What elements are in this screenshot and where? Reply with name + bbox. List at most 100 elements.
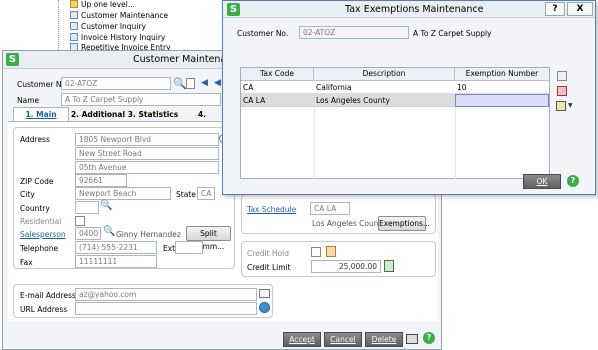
tax-customer-no-field: 02-ATOZ bbox=[299, 26, 409, 39]
close-icon: X bbox=[576, 4, 584, 14]
state-field[interactable]: CA bbox=[197, 187, 215, 200]
tree-item-label: Customer Inquiry bbox=[81, 22, 146, 31]
delete-button[interactable]: Delete bbox=[365, 332, 403, 347]
delete-label: Delete bbox=[371, 335, 397, 344]
salesperson-search-icon[interactable]: 🔍 bbox=[103, 226, 115, 237]
salesperson-link[interactable]: Salesperson bbox=[20, 230, 66, 239]
ext-label: Ext bbox=[163, 244, 176, 253]
help-icon[interactable]: ? bbox=[423, 332, 435, 344]
cell-exemption-number[interactable]: 10 bbox=[457, 81, 547, 94]
country-field[interactable] bbox=[75, 201, 99, 214]
address-line2-field[interactable]: New Street Road bbox=[75, 147, 219, 160]
address-label: Address bbox=[20, 135, 50, 144]
prev-record-icon[interactable]: ◀ bbox=[214, 78, 221, 88]
salesperson-name: Ginny Hernandez bbox=[116, 230, 181, 239]
column-header-exemption-number[interactable]: Exemption Number bbox=[455, 68, 549, 80]
tab-main-label: 1. Main bbox=[25, 110, 57, 119]
cell-description: California bbox=[316, 83, 352, 92]
telephone-field[interactable]: (714) 555-2231 bbox=[75, 241, 157, 254]
city-field[interactable]: Newport Beach bbox=[75, 187, 171, 200]
city-label: City bbox=[20, 190, 35, 199]
help-title-label: ? bbox=[552, 4, 558, 14]
cell-description: Los Angeles County bbox=[316, 96, 390, 105]
zip-field[interactable]: 92661 bbox=[75, 174, 127, 187]
tree-item-label: Up one level... bbox=[81, 0, 135, 9]
tab-main[interactable]: 1. Main bbox=[13, 107, 69, 121]
nav-tree: Up one level... Customer Maintenance Cus… bbox=[40, 0, 230, 52]
grid-options-icon[interactable] bbox=[556, 101, 566, 111]
tab-statistics[interactable]: 3. Statistics bbox=[127, 108, 179, 121]
tree-item-customer-inquiry[interactable]: Customer Inquiry bbox=[70, 22, 146, 32]
state-label: State bbox=[176, 190, 196, 199]
name-field[interactable]: A To Z Carpet Supply bbox=[61, 93, 221, 106]
customer-no-field[interactable]: 02-ATOZ bbox=[61, 77, 171, 90]
tree-item-invoice-history[interactable]: Invoice History Inquiry bbox=[70, 33, 165, 43]
tree-item-label: Invoice History Inquiry bbox=[81, 33, 166, 42]
residential-checkbox[interactable] bbox=[75, 216, 85, 226]
url-label: URL Address bbox=[20, 305, 68, 314]
accept-button[interactable]: Accept bbox=[283, 332, 321, 347]
cancel-button[interactable]: Cancel bbox=[324, 332, 362, 347]
cancel-label: Cancel bbox=[330, 335, 356, 344]
residential-label: Residential bbox=[20, 217, 62, 226]
table-row[interactable]: CA LA Los Angeles County bbox=[241, 94, 549, 107]
search-icon[interactable]: 🔍 bbox=[173, 77, 187, 90]
fax-label: Fax bbox=[20, 258, 33, 267]
url-field[interactable] bbox=[75, 302, 257, 315]
task-icon bbox=[70, 11, 78, 19]
email-field[interactable]: az@yahoo.com bbox=[75, 288, 257, 301]
tax-titlebar: S Tax Exemptions Maintenance ? X bbox=[223, 1, 595, 18]
help-title-button[interactable]: ? bbox=[545, 2, 565, 16]
salesperson-code-field[interactable]: 0400 bbox=[75, 227, 101, 240]
calculator-icon[interactable] bbox=[384, 260, 394, 272]
copy-icon[interactable] bbox=[186, 78, 195, 89]
address-line1-field[interactable]: 1805 Newport Blvd bbox=[75, 133, 219, 146]
tree-item-up[interactable]: Up one level... bbox=[70, 0, 135, 10]
credit-limit-label: Credit Limit bbox=[247, 263, 291, 272]
tab-additional[interactable]: 2. Additional bbox=[69, 108, 127, 121]
print-icon[interactable] bbox=[406, 334, 418, 344]
tree-item-label: Customer Maintenance bbox=[81, 11, 169, 20]
split-comm-button[interactable]: Split Comm... bbox=[186, 226, 231, 251]
cell-exemption-number-active[interactable] bbox=[455, 94, 549, 107]
tree-item-customer-maintenance[interactable]: Customer Maintenance bbox=[70, 11, 168, 21]
line-entry-icon[interactable] bbox=[557, 71, 567, 81]
credit-hold-checkbox[interactable] bbox=[311, 247, 321, 257]
grid-header: Tax Code Description Exemption Number bbox=[241, 68, 549, 81]
tax-customer-name: A To Z Carpet Supply bbox=[413, 29, 492, 38]
close-button[interactable]: X bbox=[567, 2, 593, 16]
exemptions-grid: Tax Code Description Exemption Number CA… bbox=[240, 67, 550, 179]
tab-summary[interactable]: 4. Summary bbox=[179, 108, 225, 132]
country-search-icon[interactable]: 🔍 bbox=[100, 200, 112, 211]
grid-column-divider bbox=[455, 107, 456, 179]
tax-schedule-field[interactable]: CA LA bbox=[310, 202, 350, 215]
tax-exemptions-window: S Tax Exemptions Maintenance ? X Custome… bbox=[222, 0, 596, 195]
credit-limit-field[interactable]: 25,000.00 bbox=[311, 260, 381, 273]
column-header-description[interactable]: Description bbox=[314, 68, 455, 80]
accept-label: Accept bbox=[289, 335, 315, 344]
tree-lines bbox=[58, 0, 59, 52]
note-icon[interactable] bbox=[326, 246, 336, 257]
grid-column-divider bbox=[314, 107, 315, 179]
delete-line-icon[interactable] bbox=[557, 86, 567, 96]
zip-label: ZIP Code bbox=[20, 177, 54, 186]
globe-icon[interactable] bbox=[259, 302, 270, 313]
help-icon[interactable]: ? bbox=[567, 175, 579, 187]
tax-schedule-link[interactable]: Tax Schedule bbox=[247, 205, 296, 214]
task-icon bbox=[70, 33, 78, 41]
ok-label: OK bbox=[536, 177, 548, 186]
credit-hold-label: Credit Hold bbox=[247, 249, 290, 258]
column-header-tax-code[interactable]: Tax Code bbox=[241, 68, 314, 80]
table-row[interactable]: CA California 10 bbox=[241, 81, 549, 94]
exemptions-button[interactable]: Exemptions... bbox=[378, 216, 430, 231]
ext-field[interactable] bbox=[175, 241, 203, 254]
address-line3-field[interactable]: 05th Avenue bbox=[75, 161, 219, 174]
first-record-icon[interactable]: ◀ bbox=[201, 78, 208, 88]
name-label: Name bbox=[17, 96, 40, 105]
ok-button[interactable]: OK bbox=[523, 174, 561, 189]
tax-schedule-desc: Los Angeles County bbox=[312, 219, 386, 228]
tab-statistics-label: 3. Statistics bbox=[127, 110, 179, 119]
chevron-down-icon[interactable]: ▼ bbox=[568, 102, 573, 109]
email-icon[interactable] bbox=[259, 289, 270, 298]
fax-field[interactable]: 11111111 bbox=[75, 255, 157, 268]
